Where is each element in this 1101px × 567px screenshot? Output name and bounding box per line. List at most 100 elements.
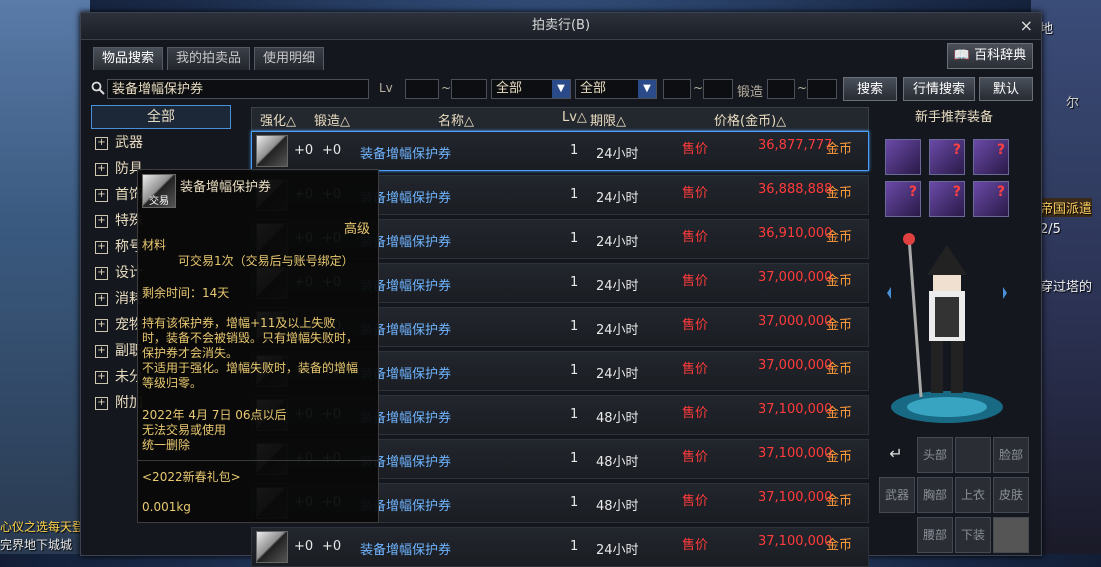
cell-price-unit: 金币 <box>826 450 853 465</box>
cell-price: 37,100,000 <box>758 534 833 549</box>
forge-max-input[interactable] <box>807 79 837 99</box>
cell-lv: 1 <box>570 187 579 202</box>
tooltip-desc: 持有该保护券，增幅+11及以上失败时，装备不会被销毁。只有增幅失败时，保护券才会… <box>142 316 359 390</box>
search-button[interactable]: 搜索 <box>843 77 897 101</box>
slot-empty <box>879 517 913 551</box>
cell-enhance: +0 <box>294 143 314 158</box>
expand-icon: + <box>95 371 108 384</box>
default-button[interactable]: 默认 <box>979 77 1033 101</box>
cell-name: 装备增幅保护券 <box>360 147 452 162</box>
cell-term: 24小时 <box>596 235 639 250</box>
equip-slot[interactable] <box>973 181 1009 217</box>
chevron-down-icon: ▼ <box>638 80 656 98</box>
search-input[interactable]: 装备增幅保护券 <box>107 79 369 99</box>
cell-sell-label: 售价 <box>682 538 709 553</box>
enh-min-input[interactable] <box>663 79 691 99</box>
cell-lv: 1 <box>570 451 579 466</box>
table-row[interactable]: +0 +0 装备增幅保护券 1 24小时 售价 36,877,777 金币 <box>251 131 869 171</box>
table-row[interactable]: +0 +0 装备增幅保护券 1 24小时 售价 37,100,000 金币 <box>251 527 869 567</box>
avatar-slot-grid: ↵ 头部 脸部 武器 胸部 上衣 皮肤 腰部 下装 <box>879 437 1029 553</box>
cell-price: 37,000,000 <box>758 358 833 373</box>
tooltip-source: <2022新春礼包> <box>142 470 241 484</box>
forge-min-input[interactable] <box>767 79 795 99</box>
slot-head[interactable]: 头部 <box>917 437 953 473</box>
tooltip-divider <box>138 460 378 461</box>
slot-bottom[interactable]: 下装 <box>955 517 991 553</box>
ticket-icon[interactable] <box>256 531 288 563</box>
tab-usage-details[interactable]: 使用明细 <box>254 47 325 70</box>
tooltip-expire: 2022年 4月 7日 06点以后 无法交易或使用 统一删除 <box>142 408 287 452</box>
slot-shoes[interactable] <box>993 517 1029 553</box>
tilde-3: ~ <box>797 81 808 95</box>
cell-price-unit: 金币 <box>826 406 853 421</box>
lv-max-input[interactable] <box>451 79 487 99</box>
equip-slot[interactable] <box>973 139 1009 175</box>
expand-icon: + <box>95 397 108 410</box>
category-dropdown-1[interactable]: 全部 ▼ <box>491 79 571 99</box>
close-button[interactable]: × <box>1020 13 1033 39</box>
cell-sell-label: 售价 <box>682 318 709 333</box>
window-title: 拍卖行(B) <box>531 18 591 33</box>
slot-top[interactable]: 上衣 <box>955 477 991 513</box>
expand-icon: + <box>95 163 108 176</box>
cell-lv: 1 <box>570 495 579 510</box>
bg-text-right-4: 2/5 <box>1040 222 1061 237</box>
expand-icon: + <box>95 215 108 228</box>
cell-price: 36,877,777 <box>758 138 833 153</box>
cell-price: 36,888,888 <box>758 182 833 197</box>
cell-forge: +0 <box>322 539 342 554</box>
equip-slot[interactable] <box>885 139 921 175</box>
cell-lv: 1 <box>570 319 579 334</box>
cell-enhance: +0 <box>294 539 314 554</box>
lv-min-input[interactable] <box>405 79 439 99</box>
category-dropdown-2[interactable]: 全部 ▼ <box>575 79 657 99</box>
col-price[interactable]: 价格(金币)△ <box>714 110 786 129</box>
bg-text-right-5: 穿过塔的 <box>1040 280 1093 295</box>
cell-lv: 1 <box>570 363 579 378</box>
recommend-panel: 新手推荐装备 ↵ 头部 脸部 武器 <box>873 107 1035 553</box>
enh-max-input[interactable] <box>703 79 733 99</box>
col-name[interactable]: 名称△ <box>438 110 474 129</box>
ticket-icon[interactable] <box>256 135 288 167</box>
slot-hair[interactable] <box>955 437 991 473</box>
window-titlebar[interactable]: 拍卖行(B) × <box>81 13 1041 40</box>
slot-chest[interactable]: 胸部 <box>917 477 953 513</box>
cell-term: 24小时 <box>596 191 639 206</box>
tab-my-auctions[interactable]: 我的拍卖品 <box>167 47 251 70</box>
cell-sell-label: 售价 <box>682 230 709 245</box>
ticket-icon: 交易 <box>142 174 176 208</box>
tooltip-type: 材料 <box>142 238 167 252</box>
expand-icon: + <box>95 319 108 332</box>
col-term[interactable]: 期限△ <box>590 110 626 129</box>
market-search-button[interactable]: 行情搜索 <box>903 77 975 101</box>
tilde-2: ~ <box>693 81 704 95</box>
equip-slot[interactable] <box>929 181 965 217</box>
equip-slot[interactable] <box>885 181 921 217</box>
cell-price: 37,100,000 <box>758 446 833 461</box>
cell-lv: 1 <box>570 231 579 246</box>
equip-slot[interactable] <box>929 139 965 175</box>
slot-weapon[interactable]: 武器 <box>879 477 915 513</box>
cell-term: 48小时 <box>596 411 639 426</box>
tab-item-search[interactable]: 物品搜索 <box>93 47 164 70</box>
expand-icon: + <box>95 267 108 280</box>
cell-price: 36,910,000 <box>758 226 833 241</box>
category-item[interactable]: + 武器 <box>91 131 231 157</box>
cell-price-unit: 金币 <box>826 538 853 553</box>
slot-skin[interactable]: 皮肤 <box>993 477 1029 513</box>
category-all[interactable]: 全部 <box>91 105 231 129</box>
slot-waist[interactable]: 腰部 <box>917 517 953 553</box>
tooltip-trade: 可交易1次（交易后与账号绑定） <box>178 254 354 268</box>
cell-price-unit: 金币 <box>826 362 853 377</box>
col-forge[interactable]: 锻造△ <box>314 110 350 129</box>
tooltip-weight: 0.001kg <box>142 500 191 514</box>
col-lv[interactable]: Lv△ <box>562 110 587 125</box>
return-icon[interactable]: ↵ <box>879 437 913 471</box>
search-icon <box>91 81 105 95</box>
cell-sell-label: 售价 <box>682 494 709 509</box>
wiki-button[interactable]: 📖 百科辞典 <box>947 43 1033 69</box>
dropdown-1-value: 全部 <box>496 81 523 96</box>
col-enhance[interactable]: 强化△ <box>260 110 296 129</box>
slot-face[interactable]: 脸部 <box>993 437 1029 473</box>
cell-term: 24小时 <box>596 323 639 338</box>
